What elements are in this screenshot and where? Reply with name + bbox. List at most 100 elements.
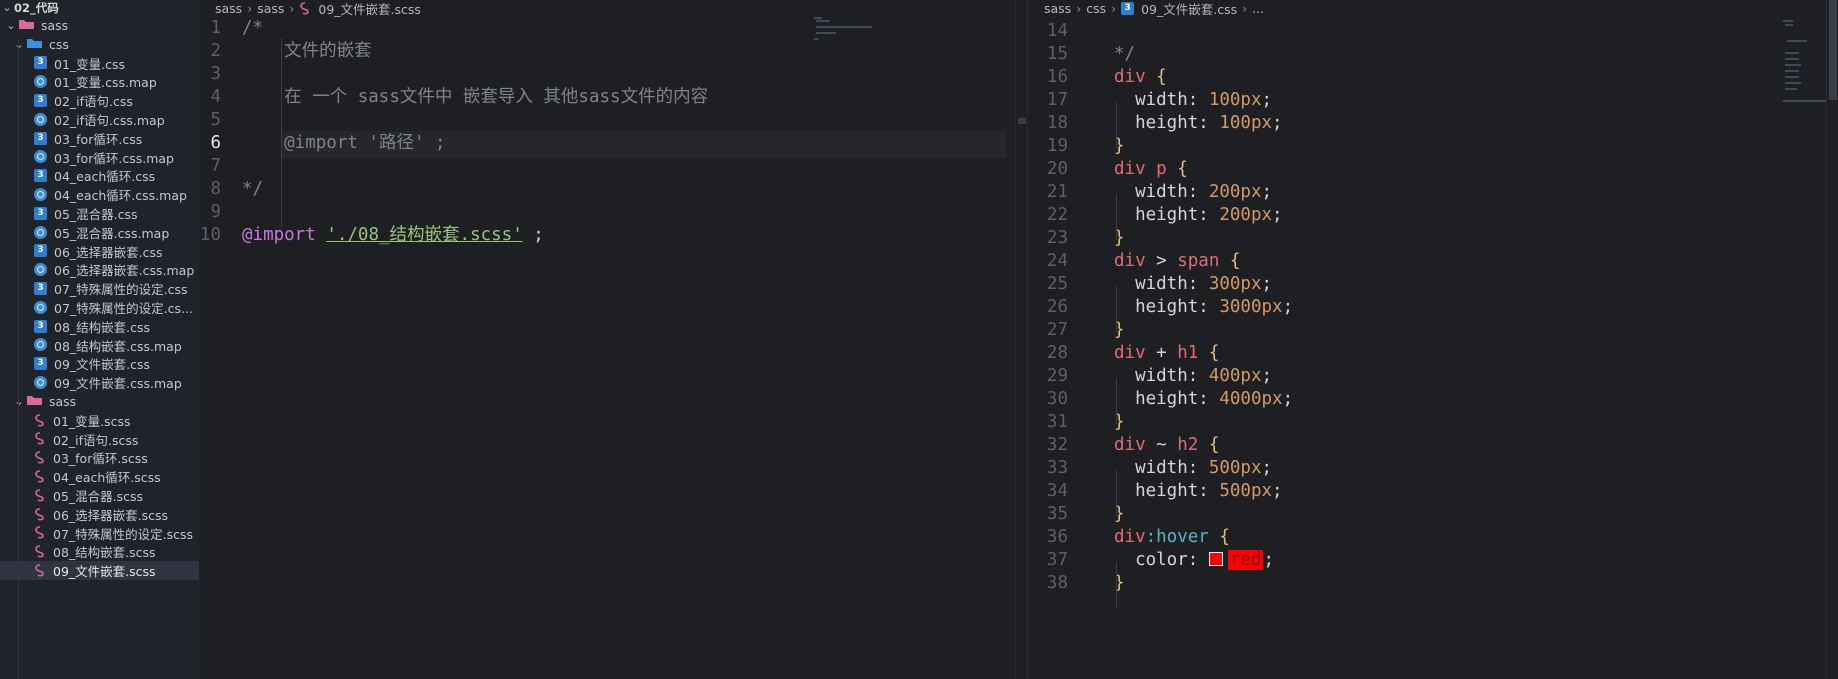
explorer-file[interactable]: 3 07_特殊属性的设定.css — [0, 279, 199, 298]
explorer-folder[interactable]: ⌄ sass — [0, 392, 199, 411]
explorer-file[interactable]: 3 09_文件嵌套.css — [0, 354, 199, 373]
explorer-file[interactable]: 08_结构嵌套.scss — [0, 542, 199, 561]
line-text: 文件的嵌套 — [242, 38, 372, 65]
explorer-file[interactable]: 01_变量.css.map — [0, 72, 199, 91]
explorer-file[interactable]: 3 04_each循环.css — [0, 166, 199, 185]
code-token: { — [1229, 251, 1241, 271]
explorer-file[interactable]: 01_变量.scss — [0, 411, 199, 430]
source-map-icon — [34, 263, 47, 277]
code-token: { — [1177, 159, 1188, 179]
css-folder-icon — [26, 37, 49, 52]
explorer-file[interactable]: 04_each循环.css.map — [0, 185, 199, 204]
code-token: + — [1145, 343, 1178, 363]
code-token: height: — [1114, 205, 1220, 225]
explorer-file[interactable]: 08_结构嵌套.css.map — [0, 336, 199, 355]
code-token: 500px — [1208, 458, 1262, 478]
explorer-file[interactable]: 02_if语句.css.map — [0, 110, 199, 129]
breadcrumb-file[interactable]: 09_文件嵌套.scss — [299, 0, 421, 18]
explorer-file[interactable]: 3 05_混合器.css — [0, 204, 199, 223]
explorer-file[interactable]: 3 03_for循环.css — [0, 129, 199, 148]
breadcrumb-item[interactable]: sass — [257, 1, 284, 16]
chevron-down-icon[interactable]: ⌄ — [4, 19, 18, 32]
breadcrumb-item[interactable]: sass — [1044, 1, 1071, 16]
code-token: 200px — [1208, 182, 1262, 202]
explorer-file[interactable]: 04_each循环.scss — [0, 467, 199, 486]
code-token: { — [1219, 527, 1230, 547]
line-number: 10 — [199, 225, 221, 245]
explorer-file[interactable]: 3 01_变量.css — [0, 54, 199, 73]
source-map-icon — [34, 376, 47, 390]
explorer-file[interactable]: 09_文件嵌套.css.map — [0, 373, 199, 392]
indent-guide — [1116, 378, 1117, 424]
explorer-folder[interactable]: ⌄ css — [0, 35, 199, 54]
explorer-item-label: 07_特殊属性的设定.cs... — [54, 300, 193, 316]
code-token: 4000px — [1219, 389, 1283, 409]
code-token: 100px — [1219, 113, 1273, 133]
explorer-item-label: 09_文件嵌套.css.map — [54, 376, 182, 392]
explorer-item-label: 06_选择器嵌套.css — [54, 244, 163, 260]
explorer-file[interactable]: 06_选择器嵌套.css.map — [0, 260, 199, 279]
explorer-item-label: sass — [49, 393, 77, 409]
explorer-file[interactable]: 07_特殊属性的设定.scss — [0, 524, 199, 543]
code-token: width: — [1114, 366, 1209, 386]
indent-guide — [1116, 470, 1117, 516]
code-token: div — [1114, 435, 1146, 455]
explorer-file[interactable]: 07_特殊属性的设定.cs... — [0, 298, 199, 317]
explorer-file[interactable]: 05_混合器.scss — [0, 486, 199, 505]
explorer-item-label: 08_结构嵌套.css — [54, 319, 151, 335]
code-token: { — [1208, 435, 1220, 455]
explorer-item-label: 09_文件嵌套.scss — [53, 564, 156, 580]
sass-folder-icon — [26, 394, 49, 409]
explorer-file[interactable]: 3 08_结构嵌套.css — [0, 317, 199, 336]
scroll-thumb[interactable] — [1018, 118, 1026, 124]
explorer-file[interactable]: 05_混合器.css.map — [0, 223, 199, 242]
css-file-icon: 3 — [34, 169, 47, 183]
code-token: div p — [1114, 159, 1167, 179]
minimap[interactable] — [812, 0, 872, 140]
code-token: 300px — [1208, 274, 1262, 294]
code-token: span — [1177, 251, 1220, 271]
chevron-down-icon[interactable]: ⌄ — [12, 395, 26, 408]
code-token: ; — [1261, 182, 1273, 202]
editor-right[interactable]: sass › css › 3 09_文件嵌套.css › ... 14 15 */1… — [1027, 0, 1838, 679]
code-token: width: — [1114, 90, 1209, 110]
explorer-file[interactable]: 06_选择器嵌套.scss — [0, 505, 199, 524]
explorer-root[interactable]: ⌄ 02_代码 — [0, 0, 199, 15]
code-token: div — [1114, 67, 1146, 87]
code-token: 400px — [1208, 366, 1262, 386]
scroll-thumb[interactable] — [1829, 0, 1837, 100]
explorer-file[interactable]: 3 06_选择器嵌套.css — [0, 242, 199, 261]
explorer-file[interactable]: 02_if语句.scss — [0, 430, 199, 449]
explorer-file[interactable]: 03_for循环.scss — [0, 448, 199, 467]
color-swatch-icon[interactable] — [1208, 552, 1223, 566]
explorer-item-label: 01_变量.scss — [53, 413, 131, 429]
chevron-right-icon: › — [247, 0, 253, 16]
chevron-down-icon[interactable]: ⌄ — [0, 1, 14, 14]
explorer-file[interactable]: 03_for循环.css.map — [0, 148, 199, 167]
code-token: */ — [1114, 44, 1136, 64]
editor-left[interactable]: sass › sass › 09_文件嵌套.scss 1/* 2 文件的嵌套 3 4 … — [199, 0, 1027, 679]
scrollbar[interactable] — [1015, 0, 1027, 679]
breadcrumb-more[interactable]: ... — [1252, 1, 1264, 16]
code-token: './08_结构嵌套.scss' — [326, 225, 523, 245]
explorer-file[interactable]: 3 02_if语句.css — [0, 91, 199, 110]
chevron-down-icon[interactable]: ⌄ — [12, 38, 26, 51]
scrollbar[interactable] — [1826, 0, 1838, 679]
css-file-icon: 3 — [34, 94, 47, 108]
line-text: height: 3000px; — [1114, 294, 1293, 321]
breadcrumb-file[interactable]: 3 09_文件嵌套.css — [1121, 0, 1237, 18]
code-token: red — [1227, 550, 1264, 570]
explorer-item-label: 05_混合器.scss — [53, 488, 144, 504]
code-token: 200px — [1219, 205, 1273, 225]
explorer-folder[interactable]: ⌄ sass — [0, 16, 199, 35]
line-text: @import './08_结构嵌套.scss' ; — [242, 222, 544, 249]
code-token: ; — [1263, 550, 1274, 570]
sass-file-icon — [34, 413, 53, 427]
code-token: { — [1208, 343, 1220, 363]
explorer-file[interactable]: 09_文件嵌套.scss — [0, 561, 199, 580]
code-token: color: — [1114, 550, 1209, 570]
breadcrumb-item[interactable]: sass — [215, 1, 242, 16]
breadcrumb-item[interactable]: css — [1086, 1, 1106, 16]
